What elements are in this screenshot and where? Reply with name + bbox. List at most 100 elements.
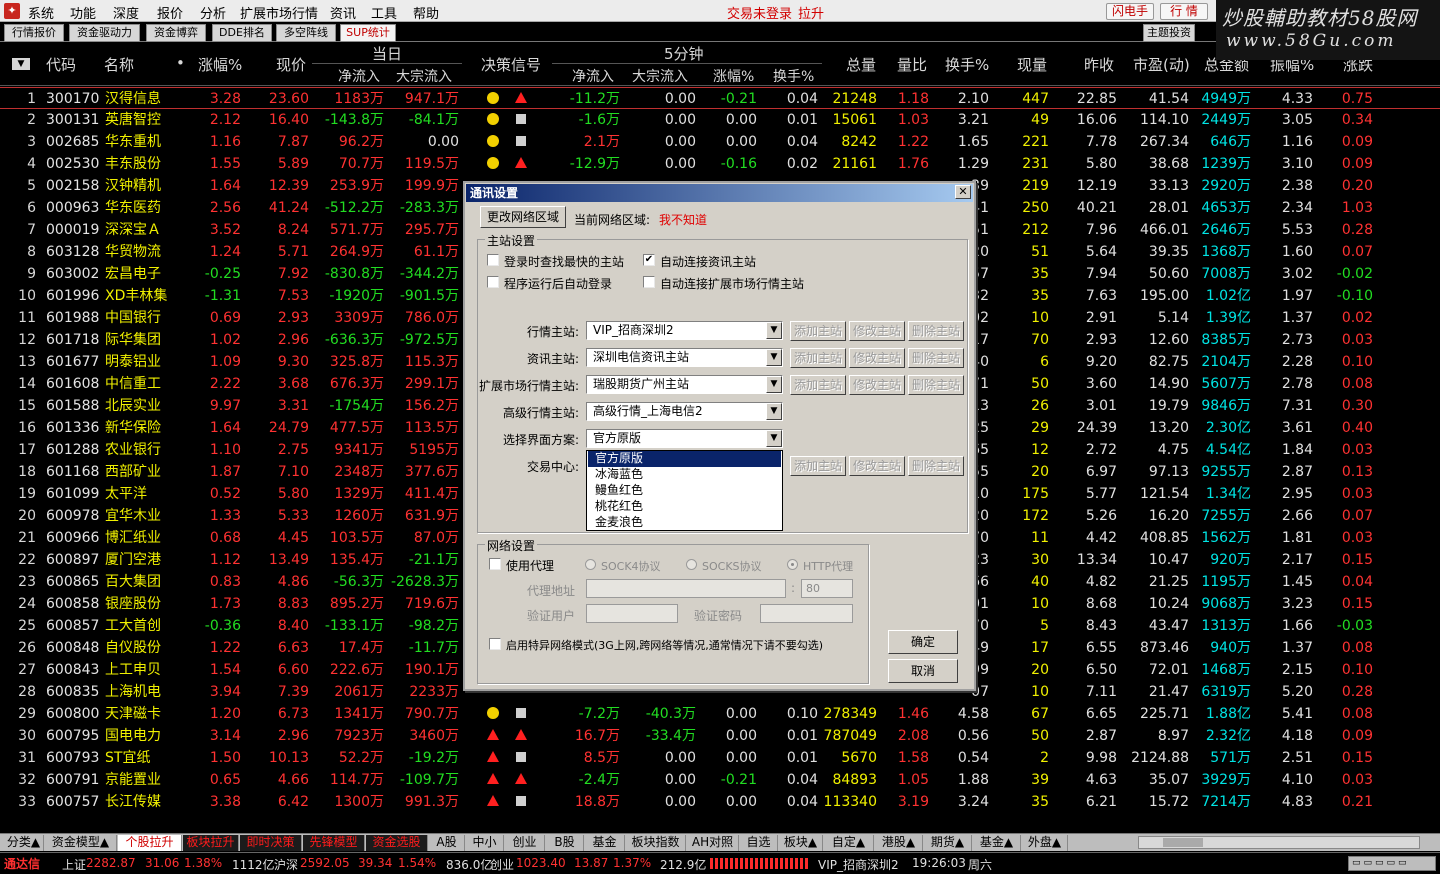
bottom-tab[interactable]: 分类▲: [4, 835, 44, 851]
table-row[interactable]: 32 600791 京能置业 0.65 4.66 114.7万 -109.7万 -2.4万 0.…: [0, 769, 1440, 791]
col-cur-vol[interactable]: 现量: [1017, 54, 1047, 75]
table-row[interactable]: 29 600800 天津磁卡 1.20 6.73 1341万 790.7万 -7.2万 -40.…: [0, 703, 1440, 725]
delete-quote-station-button[interactable]: 删除主站: [908, 321, 964, 341]
chevron-down-icon[interactable]: ▼: [766, 376, 782, 393]
bottom-tab[interactable]: A股: [429, 835, 465, 851]
scheme-option[interactable]: 金麦浪色: [588, 515, 781, 531]
http-proxy-radio[interactable]: [787, 559, 798, 570]
tab-fund-driver[interactable]: 资金驱动力: [69, 24, 140, 42]
bottom-tab[interactable]: 港股▲: [875, 835, 923, 851]
socks5-radio[interactable]: [686, 559, 697, 570]
chevron-down-icon[interactable]: ▼: [766, 322, 782, 339]
col-net-inflow[interactable]: 净流入: [338, 66, 380, 86]
table-row[interactable]: 4 002530 丰东股份 1.55 5.89 70.7万 119.5万 -12.9万 0.00…: [0, 153, 1440, 175]
quote-mode-button[interactable]: 行 情: [1160, 3, 1208, 20]
socks4-radio[interactable]: [585, 559, 596, 570]
auto-login-checkbox[interactable]: [487, 276, 499, 288]
ok-button[interactable]: 确定: [888, 630, 958, 654]
menu-news[interactable]: 资讯: [330, 3, 356, 22]
proxy-user-input[interactable]: [586, 604, 678, 623]
add-news-station-button[interactable]: 添加主站: [790, 348, 846, 368]
quote-station-select[interactable]: VIP_招商深圳2 ▼: [586, 321, 783, 340]
menu-help[interactable]: 帮助: [413, 3, 439, 22]
tab-quote[interactable]: 行情报价: [4, 24, 64, 42]
topic-invest-button[interactable]: 主题投资: [1143, 24, 1195, 42]
chevron-down-icon[interactable]: ▼: [766, 403, 782, 420]
proxy-address-input[interactable]: [586, 579, 786, 598]
add-ext-station-button[interactable]: 添加主站: [790, 375, 846, 395]
col-volume[interactable]: 总量: [846, 54, 876, 75]
bottom-tab[interactable]: 板块指数: [626, 835, 686, 851]
status-server[interactable]: VIP_招商深圳2: [818, 856, 899, 873]
col-code[interactable]: 代码: [46, 54, 76, 75]
scheme-option[interactable]: 冰海蓝色: [588, 467, 781, 483]
bottom-tab[interactable]: 板块拉升: [183, 835, 239, 851]
proxy-port-input[interactable]: 80: [801, 579, 853, 598]
delete-news-station-button[interactable]: 删除主站: [908, 348, 964, 368]
auto-news-checkbox[interactable]: ✔: [643, 254, 655, 266]
chevron-down-icon[interactable]: ▼: [766, 349, 782, 366]
menu-quote[interactable]: 报价: [157, 3, 183, 22]
bottom-tab[interactable]: 基金▲: [973, 835, 1021, 851]
bottom-tab[interactable]: 自定▲: [824, 835, 874, 851]
table-row[interactable]: 3 002685 华东重机 1.16 7.87 96.2万 0.00 2.1万 0.00 0.00…: [0, 131, 1440, 153]
bottom-tab[interactable]: 期货▲: [924, 835, 972, 851]
scrollbar-thumb[interactable]: [1163, 838, 1203, 847]
scheme-option[interactable]: 鳗鱼红色: [588, 483, 781, 499]
cancel-button[interactable]: 取消: [888, 659, 958, 683]
ext-station-select[interactable]: 瑞股期货广州主站 ▼: [586, 375, 783, 394]
hs-value[interactable]: 2592.05: [300, 856, 350, 870]
edit-news-station-button[interactable]: 修改主站: [849, 348, 905, 368]
bottom-tab[interactable]: 即时决策: [240, 835, 302, 851]
change-region-button[interactable]: 更改网络区域: [480, 206, 566, 228]
col-pe[interactable]: 市盈(动): [1133, 54, 1190, 75]
menu-depth[interactable]: 深度: [113, 3, 139, 22]
flash-trade-button[interactable]: 闪电手: [1106, 3, 1154, 20]
table-row[interactable]: 30 600795 国电电力 3.14 2.96 7923万 3460万 16.7万 -33.4…: [0, 725, 1440, 747]
bottom-tab[interactable]: 板块▲: [779, 835, 823, 851]
col-pct[interactable]: 涨幅%: [198, 54, 242, 75]
bottom-tab[interactable]: 资金模型▲: [45, 835, 117, 851]
sh-value[interactable]: 2282.87: [86, 856, 136, 870]
col-price[interactable]: 现价: [276, 54, 306, 75]
bottom-tab[interactable]: 先锋模型: [303, 835, 365, 851]
use-proxy-checkbox[interactable]: [489, 558, 501, 570]
bottom-tab[interactable]: 自选: [740, 835, 778, 851]
col-5min-net[interactable]: 净流入: [572, 66, 614, 86]
table-row[interactable]: 33 600757 长江传媒 3.38 6.42 1300万 991.3万 18.8万 0.00…: [0, 791, 1440, 813]
col-5min-big[interactable]: 大宗流入: [632, 66, 688, 86]
sort-arrow-icon[interactable]: ▼: [12, 58, 30, 70]
horizontal-scrollbar[interactable]: [1138, 836, 1420, 849]
bottom-tab[interactable]: 中小: [466, 835, 504, 851]
menu-tools[interactable]: 工具: [371, 3, 397, 22]
bottom-tab[interactable]: 创业: [505, 835, 545, 851]
col-big-inflow[interactable]: 大宗流入: [396, 66, 452, 86]
add-trade-station-button[interactable]: 添加主站: [790, 456, 846, 476]
news-station-select[interactable]: 深圳电信资讯主站 ▼: [586, 348, 783, 367]
tab-long-short[interactable]: 多空阵线: [276, 24, 336, 42]
bottom-tab[interactable]: AH对照: [687, 835, 739, 851]
tab-sup-stats[interactable]: SUP统计: [340, 24, 396, 42]
bottom-tab[interactable]: B股: [546, 835, 584, 851]
col-5min-turn[interactable]: 换手%: [773, 66, 814, 86]
col-vol-ratio[interactable]: 量比: [897, 54, 927, 75]
menu-system[interactable]: 系统: [28, 3, 54, 22]
add-quote-station-button[interactable]: 添加主站: [790, 321, 846, 341]
edit-quote-station-button[interactable]: 修改主站: [849, 321, 905, 341]
bottom-tab[interactable]: 基金: [585, 835, 625, 851]
adv-station-select[interactable]: 高级行情_上海电信2 ▼: [586, 402, 783, 421]
tab-dde-rank[interactable]: DDE排名: [212, 24, 272, 42]
col-name[interactable]: 名称: [104, 54, 134, 75]
edit-ext-station-button[interactable]: 修改主站: [849, 375, 905, 395]
delete-ext-station-button[interactable]: 删除主站: [908, 375, 964, 395]
close-icon[interactable]: ✕: [955, 185, 971, 199]
trade-status[interactable]: 交易未登录: [727, 3, 792, 22]
pull-up-link[interactable]: 拉升: [798, 3, 824, 22]
col-turnover[interactable]: 换手%: [945, 54, 989, 75]
table-row[interactable]: 31 600793 ST宜纸 1.50 10.13 52.2万 -19.2万 8.5万 0.00…: [0, 747, 1440, 769]
col-prev-close[interactable]: 昨收: [1084, 54, 1114, 75]
scheme-option[interactable]: 桃花红色: [588, 499, 781, 515]
proxy-password-input[interactable]: [760, 604, 853, 623]
scheme-select[interactable]: 官方原版 ▼: [586, 429, 783, 448]
tab-fund-game[interactable]: 资金博弈: [146, 24, 206, 42]
